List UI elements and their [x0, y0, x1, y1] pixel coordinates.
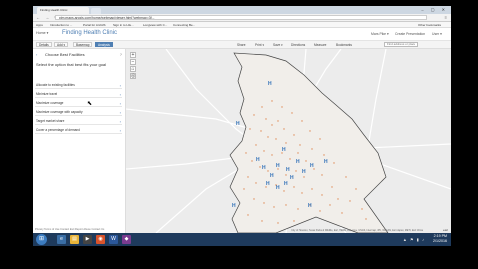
facility-marker-icon: H: [256, 157, 260, 163]
facility-marker-icon: H: [308, 203, 312, 209]
facility-marker-icon: H: [302, 169, 306, 175]
facility-marker-icon: H: [262, 165, 266, 171]
option-target-market-share[interactable]: Target market share ›: [35, 118, 122, 125]
browser-menu-icon[interactable]: ≡: [445, 15, 447, 20]
esri-logo[interactable]: esri: [443, 228, 448, 232]
chrome-icon[interactable]: ◉: [96, 235, 105, 244]
zoom-in-button[interactable]: +: [130, 52, 136, 58]
map-toolbar: Details Add ▾ Basemap Analysis Share Pri…: [33, 41, 451, 49]
file-explorer-icon[interactable]: ▤: [70, 235, 79, 244]
facility-marker-icon: H: [296, 159, 300, 165]
print-button[interactable]: Print ▾: [255, 42, 264, 48]
directions-button[interactable]: Directions: [291, 42, 305, 48]
browser-tab[interactable]: Finding Health Clinic: [37, 7, 89, 14]
internet-explorer-icon[interactable]: e: [57, 235, 66, 244]
zoom-controls: + − ⌂ ◎: [130, 52, 136, 80]
analysis-button[interactable]: Analysis: [95, 42, 113, 47]
chevron-right-icon: ›: [119, 83, 121, 88]
measure-button[interactable]: Measure: [314, 42, 326, 48]
map-attribution: City of Houston, Texas Parks & Wildlife,…: [291, 229, 423, 232]
window-controls[interactable]: ‒ ▢ ✕: [421, 7, 448, 12]
panel-title: Choose Best Facilities: [45, 52, 85, 57]
option-allocate-existing[interactable]: Allocate to existing facilities ›: [35, 82, 122, 89]
windows-taskbar: ⊞ e ▤ ▶ ◉ W ◆ ▲ ⚑ ▮ ♪ 2:19 PM 2/1/2016: [33, 233, 451, 246]
facility-marker-icon: H: [286, 167, 290, 173]
chevron-right-icon: ›: [119, 119, 121, 124]
option-label: Cover a percentage of demand: [36, 128, 80, 132]
facility-marker-icon: H: [266, 181, 270, 187]
search-input[interactable]: [384, 42, 418, 47]
analysis-panel: ‹ Choose Best Facilities ? Select the op…: [33, 49, 126, 233]
media-player-icon[interactable]: ▶: [83, 235, 92, 244]
start-button[interactable]: ⊞: [36, 234, 47, 245]
url-field[interactable]: pim.maps.arcgis.com/home/webmap/viewer.h…: [55, 15, 427, 20]
panel-subtitle: Select the option that best fits your go…: [36, 62, 107, 67]
share-button[interactable]: Share: [237, 42, 246, 48]
facility-marker-icon: H: [290, 175, 294, 181]
facility-marker-icon: H: [276, 163, 280, 169]
option-label: Maximize coverage with capacity: [36, 110, 83, 114]
zoom-out-button[interactable]: −: [130, 59, 136, 65]
user-menu[interactable]: User ▾: [432, 32, 442, 36]
system-tray-icons[interactable]: ▲ ⚑ ▮ ♪: [403, 237, 425, 242]
panel-footer-links[interactable]: Privacy Terms of Use Contact Esri Report…: [35, 228, 104, 231]
facility-marker-icon: H: [310, 163, 314, 169]
mouse-cursor-icon: ⬉: [87, 101, 93, 107]
facility-marker-icon: H: [324, 159, 328, 165]
option-maximize-coverage[interactable]: Maximize coverage ›: [35, 100, 122, 107]
address-bar: ← → ↻ pim.maps.arcgis.com/home/webmap/vi…: [33, 14, 451, 22]
locate-button[interactable]: ◎: [130, 73, 136, 79]
option-label: Maximize coverage: [36, 101, 64, 105]
help-icon[interactable]: ?: [120, 52, 122, 57]
user-name-menu[interactable]: Mars Pike ▾: [371, 32, 389, 36]
option-cover-percentage[interactable]: Cover a percentage of demand ›: [35, 127, 122, 134]
chevron-right-icon: ›: [119, 92, 121, 97]
save-button[interactable]: Save ▾: [273, 42, 283, 48]
facility-marker-icon: H: [282, 147, 286, 153]
browser-window: Finding Health Clinic ‒ ▢ ✕ ← → ↻ pim.ma…: [33, 6, 451, 246]
home-extent-button[interactable]: ⌂: [130, 66, 136, 72]
create-presentation-link[interactable]: Create Presentation: [395, 32, 425, 36]
clock[interactable]: 2:19 PM 2/1/2016: [433, 234, 447, 244]
option-minimize-travel[interactable]: Minimize travel ›: [35, 91, 122, 98]
facility-marker-icon: H: [268, 81, 272, 87]
facility-marker-icon: H: [270, 173, 274, 179]
facility-marker-icon: H: [232, 203, 236, 209]
basemap-button[interactable]: Basemap: [73, 42, 93, 47]
word-icon[interactable]: W: [109, 235, 118, 244]
option-label: Minimize travel: [36, 92, 58, 96]
details-button[interactable]: Details: [36, 42, 52, 47]
back-arrow-icon[interactable]: ‹: [36, 52, 37, 57]
option-label: Target market share: [36, 119, 65, 123]
option-label: Allocate to existing facilities: [36, 83, 75, 87]
facility-marker-icon: H: [276, 185, 280, 191]
chevron-right-icon: ›: [119, 110, 121, 115]
page-title: Finding Health Clinic: [62, 30, 118, 36]
bookmarks-button[interactable]: Bookmarks: [336, 42, 352, 48]
tab-bar: Finding Health Clinic ‒ ▢ ✕: [33, 6, 451, 14]
app-header: Home ▾ Finding Health Clinic Mars Pike ▾…: [33, 28, 451, 41]
chevron-right-icon: ›: [119, 128, 121, 133]
map-view[interactable]: H H H H H H H H H H H H H H H H H H + − …: [126, 49, 451, 233]
app-icon[interactable]: ◆: [122, 235, 131, 244]
chevron-right-icon: ›: [119, 101, 121, 106]
home-menu[interactable]: Home ▾: [36, 31, 48, 35]
facility-marker-icon: H: [284, 181, 288, 187]
option-maximize-coverage-capacity[interactable]: Maximize coverage with capacity ›: [35, 109, 122, 116]
clock-date: 2/1/2016: [433, 239, 447, 243]
add-button[interactable]: Add ▾: [54, 42, 69, 47]
facility-marker-icon: H: [236, 121, 240, 127]
map-canvas: H H H H H H H H H H H H H H H H H H: [126, 49, 451, 233]
